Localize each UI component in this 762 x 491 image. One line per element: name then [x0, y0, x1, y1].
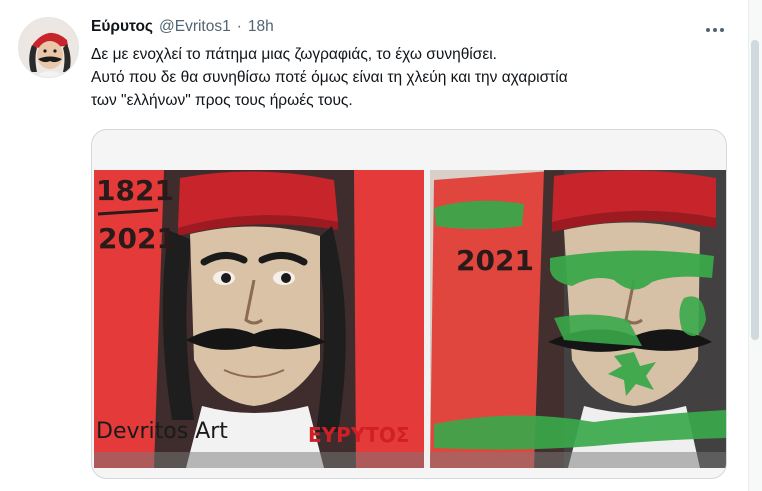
tweet-text: Δε με ενοχλεί το πάτημα μιας ζωγραφιάς, … [91, 43, 731, 112]
tweet-text-line: Αυτό που δε θα συνηθίσω ποτέ όμως είναι … [91, 69, 568, 86]
display-name[interactable]: Εύρυτος [91, 18, 153, 36]
more-horizontal-icon [706, 28, 724, 32]
separator-dot: · [236, 18, 242, 35]
avatar[interactable] [18, 17, 79, 78]
tweet-text-line: Δε με ενοχλεί το πάτημα μιας ζωγραφιάς, … [91, 46, 497, 63]
mural-year: 2021 [456, 244, 534, 277]
user-handle[interactable]: @Evritos1 [159, 18, 231, 36]
mural-year-bottom: 2021 [98, 222, 176, 255]
image-divider [424, 170, 430, 468]
tweet-text-line: των "ελλήνων" προς τους ήρωές τους. [91, 92, 353, 109]
mural-comparison-image[interactable]: 1821 2021 Devritos Art ΕΥΡΥΤΟΣ 2021 [94, 170, 726, 468]
tweet-header: Εύρυτος @Evritos1 · 18h [91, 18, 274, 36]
mural-year-top: 1821 [96, 174, 174, 207]
scrollbar-thumb[interactable] [751, 40, 759, 340]
timestamp[interactable]: 18h [248, 18, 274, 36]
tweet-card[interactable]: Εύρυτος @Evritos1 · 18h Δε με ενοχλεί το… [0, 0, 748, 491]
more-options-button[interactable] [700, 18, 730, 42]
media-card[interactable]: 1821 2021 Devritos Art ΕΥΡΥΤΟΣ 2021 [91, 129, 727, 479]
scrollbar[interactable] [748, 0, 762, 491]
mural-signature-right: ΕΥΡΥΤΟΣ [308, 423, 410, 447]
mural-vandalized-panel: 2021 [430, 170, 726, 468]
avatar-illustration [19, 18, 78, 77]
mural-original-panel: 1821 2021 Devritos Art ΕΥΡΥΤΟΣ [94, 170, 424, 468]
mural-signature-left: Devritos Art [96, 419, 228, 444]
